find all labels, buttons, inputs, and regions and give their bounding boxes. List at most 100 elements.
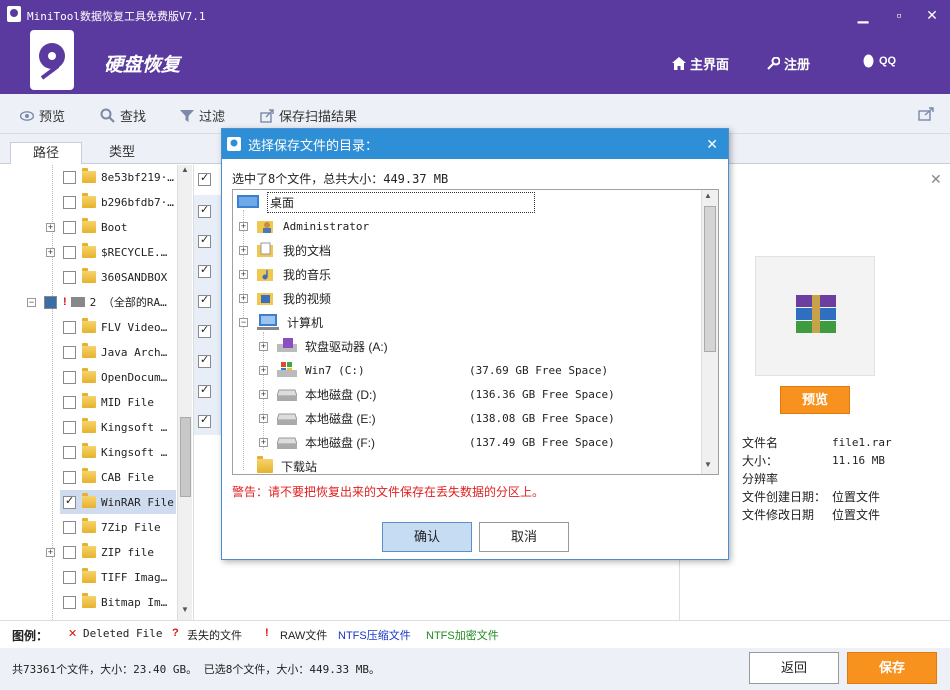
tree-item[interactable]: Kingsoft … [63, 440, 167, 464]
maximize-button[interactable]: ▫ [889, 6, 909, 24]
expand-toggle[interactable]: + [239, 270, 248, 279]
tree-item[interactable]: Boot [63, 215, 128, 239]
tree-item[interactable]: 7Zip File [63, 515, 161, 539]
collapse-toggle[interactable]: − [239, 318, 248, 327]
directory-scrollbar[interactable]: ▲ ▼ [701, 190, 718, 474]
cancel-button[interactable]: 取消 [479, 522, 569, 552]
expand-toggle[interactable]: + [239, 246, 248, 255]
checkbox[interactable] [63, 170, 76, 184]
select-all-checkbox[interactable] [198, 171, 211, 186]
row-checkbox[interactable] [198, 383, 211, 398]
dir-administrator[interactable]: Administrator [257, 214, 369, 238]
collapse-toggle[interactable]: − [27, 298, 36, 307]
tree-item[interactable]: b296bfdb7·… [63, 190, 174, 214]
row-checkbox[interactable] [198, 413, 211, 428]
find-button[interactable]: 查找 [100, 106, 146, 125]
expand-toggle[interactable]: + [259, 438, 268, 447]
expand-toggle[interactable]: + [239, 294, 248, 303]
filter-button[interactable]: 过滤 [180, 106, 225, 125]
tab-path[interactable]: 路径 [10, 142, 82, 164]
checkbox[interactable] [63, 320, 76, 334]
checkbox[interactable] [63, 520, 76, 534]
expand-toggle[interactable]: + [259, 414, 268, 423]
checkbox[interactable] [63, 445, 76, 459]
dir-computer[interactable]: 计算机 [257, 310, 323, 334]
tree-item[interactable]: Java Arch… [63, 340, 167, 364]
expand-toggle[interactable]: + [259, 390, 268, 399]
scroll-down-arrow[interactable]: ▼ [704, 460, 712, 469]
tree-item[interactable]: TIFF Imag… [63, 565, 167, 589]
detail-preview-button[interactable]: 预览 [780, 386, 850, 414]
checkbox[interactable] [63, 570, 76, 584]
confirm-button[interactable]: 确认 [382, 522, 472, 552]
scroll-up-arrow[interactable]: ▲ [179, 165, 191, 179]
checkbox[interactable] [63, 195, 76, 209]
tree-item[interactable]: Bitmap Im… [63, 590, 167, 614]
scroll-up-arrow[interactable]: ▲ [704, 191, 712, 200]
expand-toggle[interactable]: + [259, 342, 268, 351]
row-checkbox[interactable] [198, 203, 211, 218]
tree-item[interactable]: 8e53bf219·… [63, 165, 174, 189]
dir-documents[interactable]: 我的文档 [257, 238, 331, 262]
row-checkbox[interactable] [198, 293, 211, 308]
dir-drive-c[interactable]: Win7 (C:) [277, 358, 365, 382]
tree-scrollbar[interactable]: ▲ ▼ [177, 165, 192, 620]
dir-desktop[interactable]: 桌面 [237, 190, 536, 214]
tree-item[interactable]: OpenDocum… [63, 365, 167, 389]
checkbox[interactable] [63, 245, 76, 259]
dir-drive-f[interactable]: 本地磁盘 (F:) [277, 430, 375, 454]
tree-item[interactable]: ZIP file [63, 540, 154, 564]
tab-type[interactable]: 类型 [86, 142, 158, 164]
checkbox[interactable] [63, 270, 76, 284]
checkbox[interactable] [63, 345, 76, 359]
back-button[interactable]: 返回 [749, 652, 839, 684]
find-label: 查找 [120, 109, 147, 124]
checkbox-partial[interactable] [44, 295, 57, 309]
dir-videos[interactable]: 我的视频 [257, 286, 331, 310]
row-checkbox[interactable] [198, 233, 211, 248]
row-checkbox[interactable] [198, 353, 211, 368]
scroll-thumb[interactable] [704, 206, 716, 352]
qq-link[interactable]: QQ [862, 54, 896, 68]
expand-toggle[interactable]: + [239, 222, 248, 231]
preview-button[interactable]: 预览 [20, 106, 65, 125]
dir-drive-d[interactable]: 本地磁盘 (D:) [277, 382, 376, 406]
checkbox-checked[interactable] [63, 494, 76, 509]
dialog-close-icon[interactable]: ✕ [706, 136, 718, 153]
checkbox[interactable] [63, 395, 76, 409]
expand-toggle[interactable]: + [259, 366, 268, 375]
share-export-icon[interactable] [918, 107, 934, 121]
register-link[interactable]: 注册 [767, 54, 810, 73]
checkbox[interactable] [63, 595, 76, 609]
save-scan-button[interactable]: 保存扫描结果 [260, 106, 357, 125]
checkbox[interactable] [63, 470, 76, 484]
scroll-down-arrow[interactable]: ▼ [179, 605, 191, 619]
tree-item[interactable]: Kingsoft … [63, 415, 167, 439]
tree-item-selected[interactable]: WinRAR File [60, 490, 176, 514]
close-button[interactable]: ✕ [922, 6, 942, 24]
tree-item[interactable]: 360SANDBOX [63, 265, 167, 289]
expand-toggle[interactable]: + [46, 223, 55, 232]
checkbox[interactable] [63, 220, 76, 234]
tree-item[interactable]: CAB File [63, 465, 154, 489]
checkbox[interactable] [63, 545, 76, 559]
close-detail-icon[interactable]: ✕ [930, 171, 942, 188]
row-checkbox[interactable] [198, 323, 211, 338]
expand-toggle[interactable]: + [46, 248, 55, 257]
checkbox[interactable] [63, 370, 76, 384]
dir-drive-e[interactable]: 本地磁盘 (E:) [277, 406, 376, 430]
scroll-thumb[interactable] [180, 417, 191, 497]
dir-downloads[interactable]: 下载站 [257, 454, 317, 474]
tree-item[interactable]: $RECYCLE.… [63, 240, 167, 264]
save-button[interactable]: 保存 [847, 652, 937, 684]
tree-item-partition[interactable]: ! 2 （全部的RA… [44, 290, 167, 314]
checkbox[interactable] [63, 420, 76, 434]
minimize-button[interactable]: ▁ [853, 6, 873, 24]
expand-toggle[interactable]: + [46, 548, 55, 557]
tree-item[interactable]: MID File [63, 390, 154, 414]
dir-music[interactable]: 我的音乐 [257, 262, 331, 286]
home-link[interactable]: 主界面 [672, 54, 729, 73]
tree-item[interactable]: FLV Video… [63, 315, 167, 339]
row-checkbox[interactable] [198, 263, 211, 278]
dir-floppy-a[interactable]: 软盘驱动器 (A:) [277, 334, 388, 358]
